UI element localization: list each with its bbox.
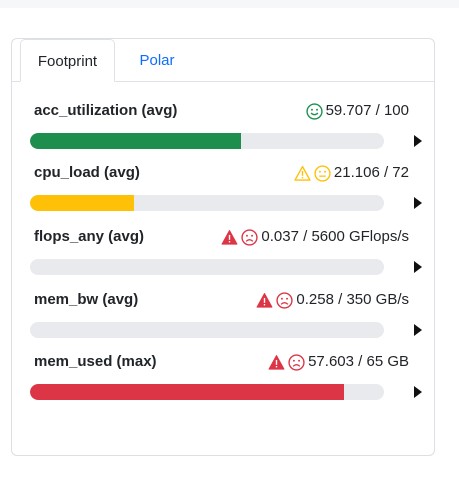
metric-name: acc_utilization (avg) <box>34 102 178 119</box>
metric-value: 0.037 / 5600 GFlops/s <box>261 228 409 245</box>
metric-status: 59.707 / 100 <box>305 101 409 121</box>
expand-arrow-icon[interactable] <box>414 324 422 336</box>
metric-value: 57.603 / 65 GB <box>308 353 409 370</box>
metric-acc-utilization: acc_utilization (avg) 59.707 / 100 <box>12 101 434 163</box>
metric-status: 21.106 / 72 <box>294 163 409 183</box>
tab-footprint[interactable]: Footprint <box>20 39 115 82</box>
metric-status: 0.037 / 5600 GFlops/s <box>221 227 409 247</box>
metric-name: mem_bw (avg) <box>34 291 139 308</box>
progress-track <box>30 259 384 275</box>
progress-track <box>30 322 384 338</box>
alert-triangle-icon <box>268 354 285 370</box>
metric-mem-used: mem_used (max) 57.603 / 65 GB <box>12 352 434 414</box>
tab-polar[interactable]: Polar <box>122 39 192 82</box>
progress-track <box>30 384 384 400</box>
footprint-card: Footprint Polar acc_utilization (avg) 59… <box>11 38 435 456</box>
progress-fill <box>30 195 134 211</box>
alert-triangle-icon <box>221 229 238 245</box>
expand-arrow-icon[interactable] <box>414 386 422 398</box>
progress-track <box>30 133 384 149</box>
frown-face-icon <box>241 228 259 246</box>
expand-arrow-icon[interactable] <box>414 135 422 147</box>
progress-fill <box>30 384 344 400</box>
alert-triangle-icon <box>256 292 273 308</box>
frown-face-icon <box>288 353 305 371</box>
metric-value: 59.707 / 100 <box>325 102 409 119</box>
metric-flops-any: flops_any (avg) 0.037 / 5600 GFlops/s <box>12 227 434 289</box>
expand-arrow-icon[interactable] <box>414 261 422 273</box>
progress-track <box>30 195 384 211</box>
metric-name: cpu_load (avg) <box>34 164 140 181</box>
metric-value: 0.258 / 350 GB/s <box>296 291 409 308</box>
metric-mem-bw: mem_bw (avg) 0.258 / 350 GB/s <box>12 290 434 352</box>
warning-triangle-icon <box>294 165 311 181</box>
frown-face-icon <box>276 291 294 309</box>
metric-status: 57.603 / 65 GB <box>268 352 409 372</box>
metric-cpu-load: cpu_load (avg) 21.106 / 72 <box>12 163 434 225</box>
smile-face-icon <box>305 102 323 120</box>
metric-name: flops_any (avg) <box>34 228 145 245</box>
top-strip <box>0 0 459 8</box>
neutral-face-icon <box>314 164 331 182</box>
tab-bar: Footprint Polar <box>12 39 434 82</box>
expand-arrow-icon[interactable] <box>414 197 422 209</box>
progress-fill <box>30 133 242 149</box>
metric-name: mem_used (max) <box>34 353 157 370</box>
metric-status: 0.258 / 350 GB/s <box>256 290 409 310</box>
metric-value: 21.106 / 72 <box>333 164 409 181</box>
